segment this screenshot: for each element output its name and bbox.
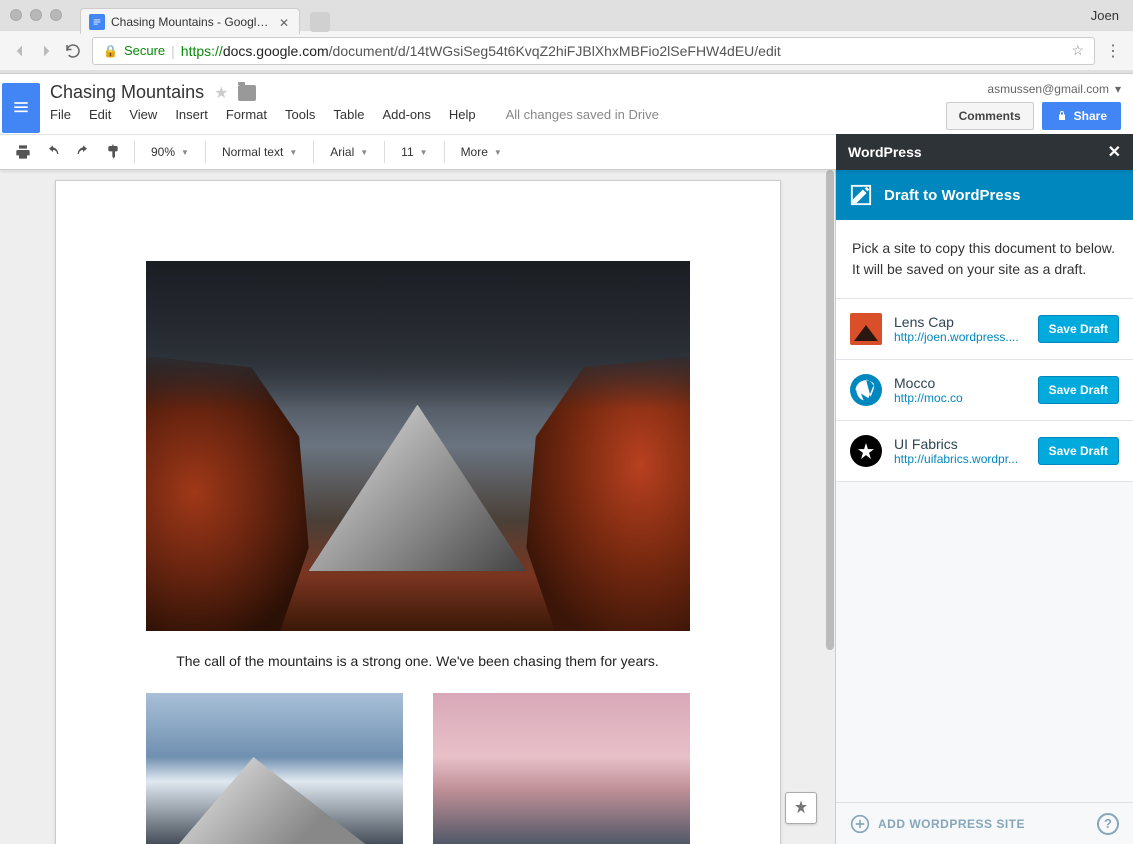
fontsize-dropdown[interactable]: 11▼ [393, 139, 435, 165]
addon-header-title: WordPress [848, 144, 922, 160]
menu-tools[interactable]: Tools [285, 107, 315, 122]
tab-close-icon[interactable]: ✕ [279, 16, 291, 28]
menu-table[interactable]: Table [333, 107, 364, 122]
save-draft-button[interactable]: Save Draft [1038, 376, 1119, 404]
account-email[interactable]: asmussen@gmail.com ▾ [987, 82, 1121, 96]
lock-share-icon [1056, 110, 1068, 122]
redo-icon[interactable] [70, 139, 96, 165]
browser-chrome: Chasing Mountains - Google D ✕ Joen 🔒 Se… [0, 0, 1133, 74]
undo-icon[interactable] [40, 139, 66, 165]
more-dropdown[interactable]: More▼ [453, 139, 510, 165]
browser-menu-icon[interactable]: ⋮ [1105, 41, 1121, 61]
thumbnail-image-2[interactable] [433, 693, 690, 844]
document-caption[interactable]: The call of the mountains is a strong on… [146, 653, 690, 669]
print-icon[interactable] [10, 139, 36, 165]
addon-panel-title: Draft to WordPress [884, 187, 1020, 204]
back-button[interactable] [12, 43, 28, 59]
site-url[interactable]: http://uifabrics.wordpr... [894, 452, 1026, 466]
comments-button[interactable]: Comments [946, 102, 1034, 130]
document-canvas[interactable]: The call of the mountains is a strong on… [0, 170, 835, 844]
site-item-uifabrics: UI Fabrics http://uifabrics.wordpr... Sa… [836, 421, 1133, 482]
scrollbar-thumb[interactable] [826, 170, 834, 650]
site-list: Lens Cap http://joen.wordpress.... Save … [836, 299, 1133, 802]
site-name: UI Fabrics [894, 436, 1026, 452]
star-document-icon[interactable]: ★ [214, 83, 228, 103]
browser-tab[interactable]: Chasing Mountains - Google D ✕ [80, 8, 300, 34]
site-name: Mocco [894, 375, 1026, 391]
save-draft-button[interactable]: Save Draft [1038, 437, 1119, 465]
hero-image[interactable] [146, 261, 690, 631]
addon-sidebar: WordPress ✕ Draft to WordPress Pick a si… [835, 170, 1133, 844]
document-title[interactable]: Chasing Mountains [50, 82, 204, 103]
help-icon[interactable]: ? [1097, 813, 1119, 835]
save-draft-button[interactable]: Save Draft [1038, 315, 1119, 343]
main-area: The call of the mountains is a strong on… [0, 170, 1133, 844]
forward-button[interactable] [38, 43, 54, 59]
addon-instructions: Pick a site to copy this document to bel… [836, 220, 1133, 299]
docs-logo[interactable] [0, 80, 42, 136]
traffic-lights [10, 9, 62, 21]
window-minimize-button[interactable] [30, 9, 42, 21]
docs-header: Chasing Mountains ★ File Edit View Inser… [0, 74, 1133, 134]
site-icon-uifabrics [850, 435, 882, 467]
addon-footer: ADD WORDPRESS SITE ? [836, 802, 1133, 844]
account-caret-icon: ▾ [1115, 82, 1121, 96]
menu-insert[interactable]: Insert [175, 107, 208, 122]
addon-close-icon[interactable]: ✕ [1108, 142, 1121, 162]
site-icon-lenscap [850, 313, 882, 345]
plus-circle-icon [850, 814, 870, 834]
url-bar[interactable]: 🔒 Secure | https://docs.google.com/docum… [92, 37, 1095, 65]
paint-format-icon[interactable] [100, 139, 126, 165]
save-status: All changes saved in Drive [506, 107, 659, 122]
move-folder-icon[interactable] [238, 85, 256, 101]
bookmark-star-icon[interactable]: ☆ [1071, 42, 1084, 59]
window-close-button[interactable] [10, 9, 22, 21]
docs-menubar: File Edit View Insert Format Tools Table… [50, 107, 938, 122]
site-name: Lens Cap [894, 314, 1026, 330]
menu-view[interactable]: View [129, 107, 157, 122]
url-text: https://docs.google.com/document/d/14tWG… [181, 43, 781, 59]
docs-favicon-icon [89, 14, 105, 30]
url-secure-label: Secure [124, 43, 165, 58]
site-item-lenscap: Lens Cap http://joen.wordpress.... Save … [836, 299, 1133, 360]
font-dropdown[interactable]: Arial▼ [322, 139, 376, 165]
share-button[interactable]: Share [1042, 102, 1121, 130]
explore-button[interactable] [785, 792, 817, 824]
thumbnail-row [146, 693, 690, 844]
addon-header: WordPress ✕ [836, 134, 1133, 170]
add-wordpress-site-button[interactable]: ADD WORDPRESS SITE [850, 814, 1025, 834]
lock-icon: 🔒 [103, 44, 118, 58]
tab-title: Chasing Mountains - Google D [111, 15, 273, 29]
menu-help[interactable]: Help [449, 107, 476, 122]
browser-profile-name[interactable]: Joen [1091, 8, 1119, 23]
site-icon-mocco [850, 374, 882, 406]
site-url[interactable]: http://joen.wordpress.... [894, 330, 1026, 344]
urlbar-row: 🔒 Secure | https://docs.google.com/docum… [0, 30, 1133, 70]
titlebar: Chasing Mountains - Google D ✕ Joen [0, 0, 1133, 30]
thumbnail-image-1[interactable] [146, 693, 403, 844]
scrollbar-track[interactable] [825, 170, 835, 844]
edit-icon [850, 184, 872, 206]
reload-button[interactable] [64, 42, 82, 60]
style-dropdown[interactable]: Normal text▼ [214, 139, 305, 165]
menu-format[interactable]: Format [226, 107, 267, 122]
new-tab-button[interactable] [310, 12, 330, 32]
menu-edit[interactable]: Edit [89, 107, 111, 122]
zoom-dropdown[interactable]: 90%▼ [143, 139, 197, 165]
site-item-mocco: Mocco http://moc.co Save Draft [836, 360, 1133, 421]
menu-addons[interactable]: Add-ons [382, 107, 430, 122]
addon-panel-title-bar: Draft to WordPress [836, 170, 1133, 220]
menu-file[interactable]: File [50, 107, 71, 122]
document-page: The call of the mountains is a strong on… [55, 180, 781, 844]
window-zoom-button[interactable] [50, 9, 62, 21]
site-url[interactable]: http://moc.co [894, 391, 1026, 405]
